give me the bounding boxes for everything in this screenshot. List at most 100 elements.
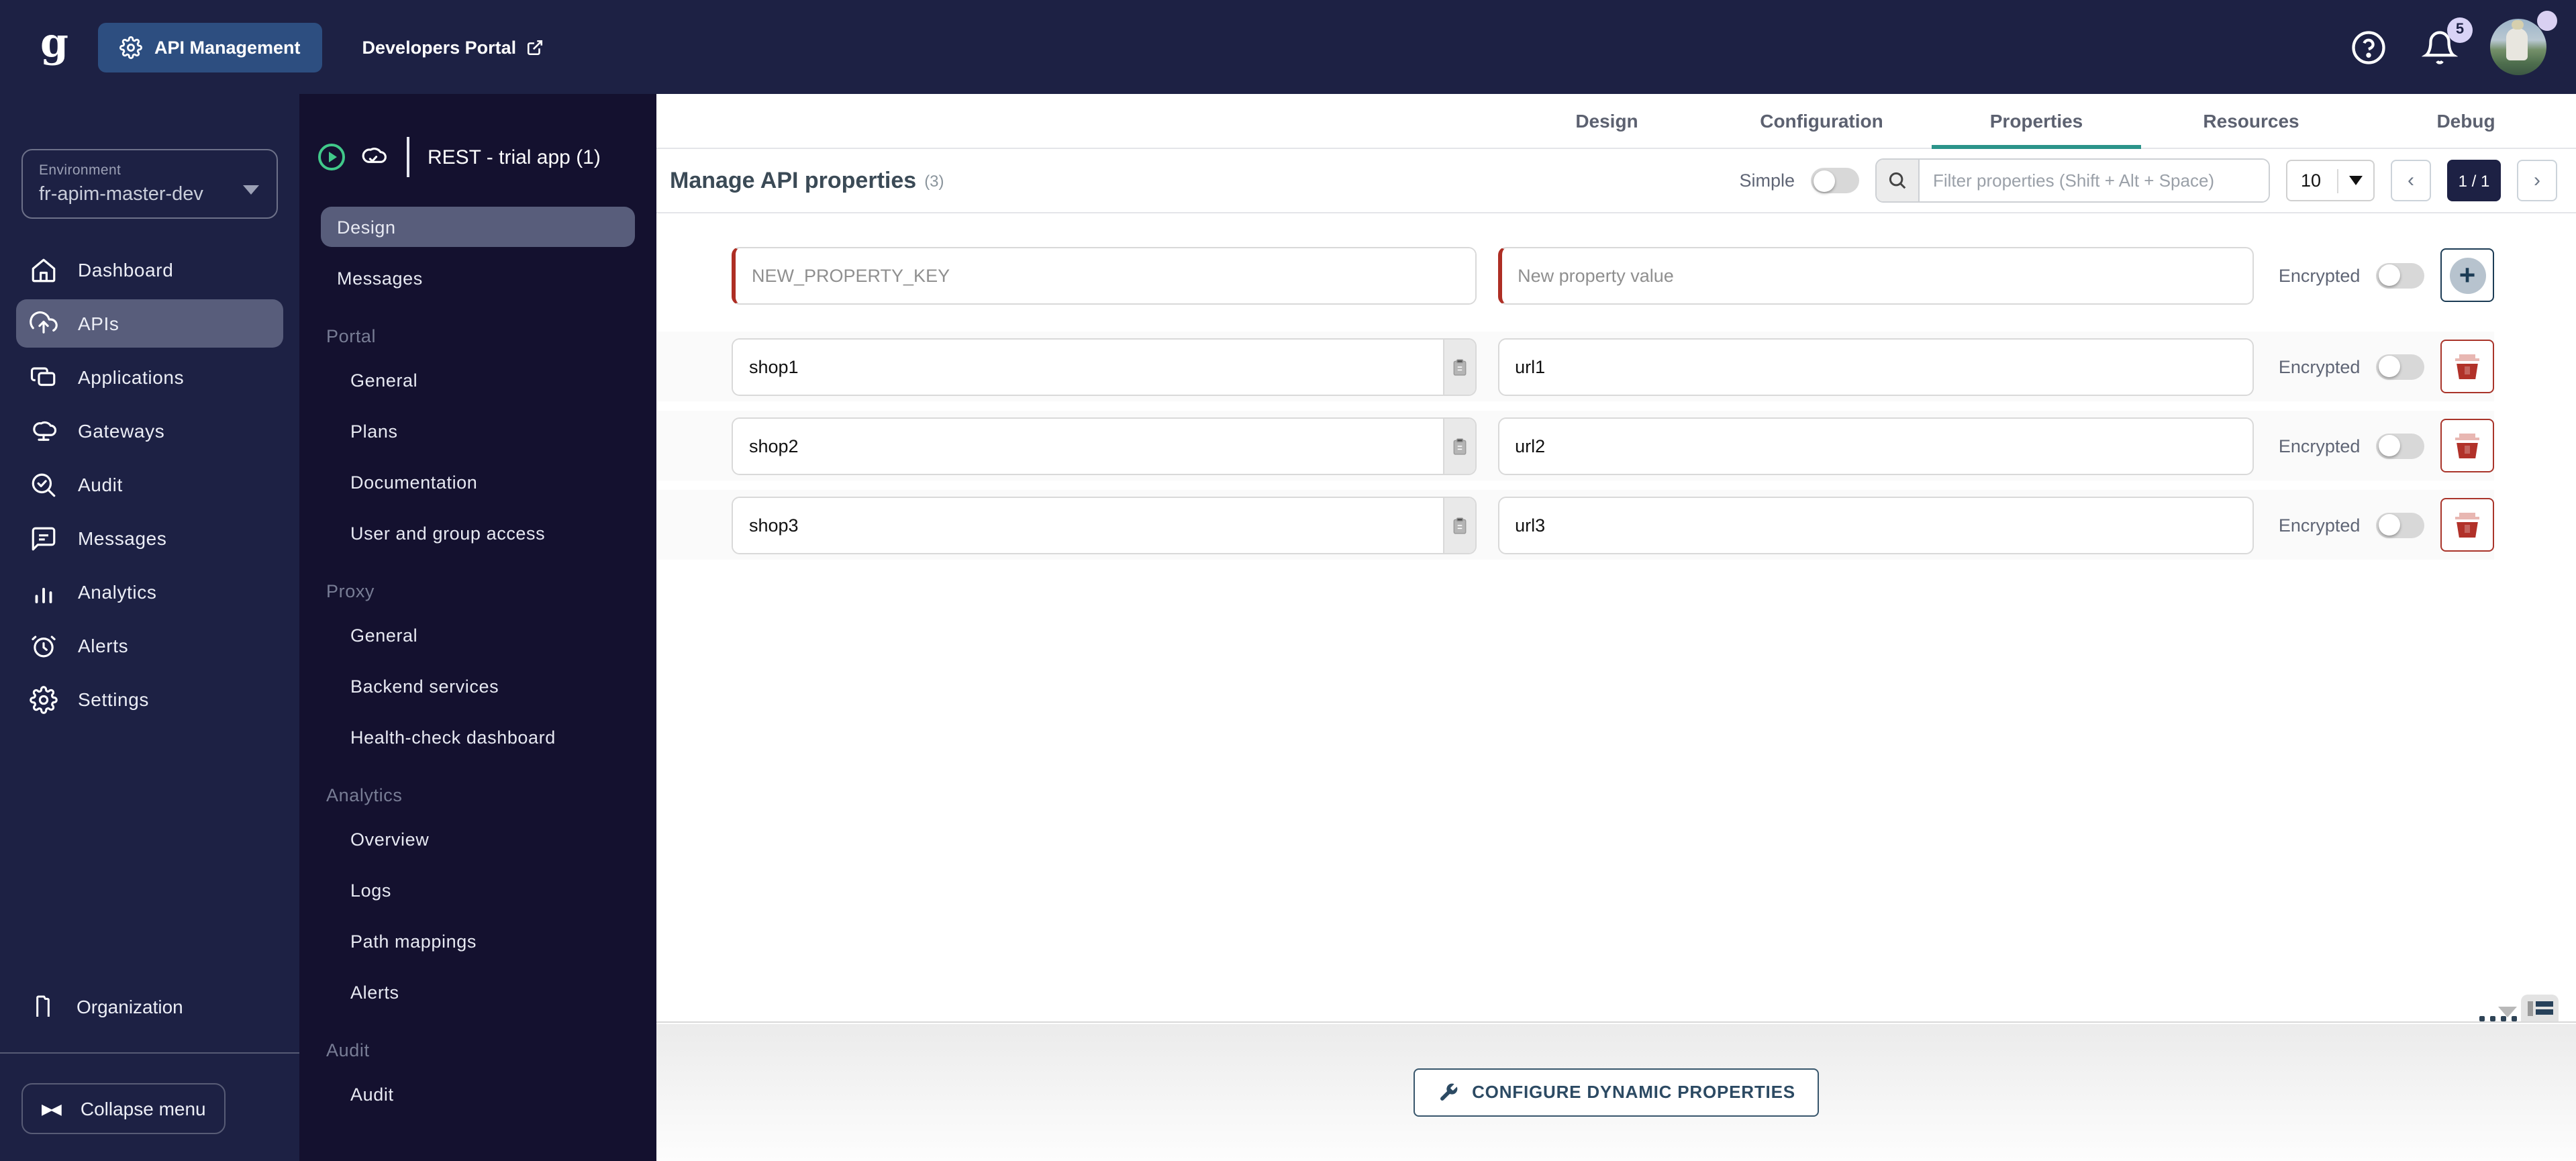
- sidebar-item-label: Dashboard: [78, 259, 174, 281]
- gear-icon: [119, 36, 142, 58]
- sidebar-item-gateways[interactable]: Gateways: [16, 407, 283, 455]
- encrypted-toggle[interactable]: [2376, 433, 2424, 458]
- cloud-check-icon: [358, 142, 388, 172]
- panel-layout-button[interactable]: [2521, 995, 2559, 1021]
- api-menu-item-proxy-general[interactable]: General: [321, 615, 635, 655]
- select-divider: [2337, 168, 2338, 193]
- api-menu-item-backend-services[interactable]: Backend services: [321, 666, 635, 706]
- property-key-input[interactable]: [733, 418, 1443, 473]
- api-menu-item-overview[interactable]: Overview: [321, 819, 635, 859]
- chevron-down-icon: [243, 185, 259, 195]
- collapse-menu-button[interactable]: ▶◀ Collapse menu: [21, 1083, 226, 1134]
- delete-property-button[interactable]: [2440, 498, 2494, 552]
- configure-dynamic-properties-button[interactable]: CONFIGURE DYNAMIC PROPERTIES: [1413, 1068, 1820, 1117]
- api-menu-section-portal: Portal: [326, 325, 377, 346]
- property-value-input[interactable]: [1497, 338, 2255, 395]
- tab-properties[interactable]: Properties: [1929, 94, 2144, 149]
- tab-debug[interactable]: Debug: [2359, 94, 2573, 148]
- api-menu-item-audit[interactable]: Audit: [321, 1074, 635, 1114]
- next-page-button[interactable]: ›: [2517, 160, 2557, 201]
- encrypted-toggle[interactable]: [2376, 354, 2424, 379]
- sidebar-item-label: Applications: [78, 366, 185, 388]
- sidebar-divider: [0, 1052, 299, 1054]
- property-row: Encrypted: [658, 332, 2494, 401]
- encrypted-label: Encrypted: [2278, 515, 2361, 535]
- home-icon: [30, 256, 58, 284]
- apim-console: g API Management Developers Portal 5 Env…: [0, 0, 2576, 1161]
- prev-page-button[interactable]: ‹: [2391, 160, 2431, 201]
- new-property-value-input[interactable]: [1497, 246, 2255, 304]
- delete-property-button[interactable]: [2440, 419, 2494, 472]
- sidebar-item-apis[interactable]: APIs: [16, 299, 283, 348]
- api-menu-item-documentation[interactable]: Documentation: [321, 462, 635, 502]
- new-property-key-input[interactable]: [736, 248, 1475, 303]
- building-icon: [30, 993, 56, 1020]
- api-menu-item-path-mappings[interactable]: Path mappings: [321, 921, 635, 961]
- add-property-button[interactable]: +: [2440, 248, 2494, 302]
- properties-header: Manage API properties (3) Simple 10 ‹ 1: [656, 149, 2576, 213]
- pane-splitter[interactable]: [656, 995, 2576, 1039]
- property-key-field: [732, 338, 1477, 395]
- api-sidebar: REST - trial app (1) Design Messages Por…: [299, 94, 656, 1161]
- sidebar-item-messages[interactable]: Messages: [16, 514, 283, 562]
- tab-resources[interactable]: Resources: [2144, 94, 2359, 148]
- sidebar-item-alerts[interactable]: Alerts: [16, 621, 283, 670]
- collapse-label: Collapse menu: [80, 1098, 206, 1119]
- properties-count: (3): [924, 171, 944, 190]
- environment-select[interactable]: Environment fr-apim-master-dev: [21, 149, 278, 219]
- tab-configuration[interactable]: Configuration: [1714, 94, 1929, 148]
- primary-nav: Dashboard APIs Applications Gateways Aud…: [0, 246, 299, 729]
- copy-to-clipboard-button[interactable]: [1442, 339, 1475, 394]
- sidebar-item-label: Settings: [78, 689, 149, 710]
- api-management-button[interactable]: API Management: [97, 22, 322, 72]
- sidebar-item-organization[interactable]: Organization: [0, 980, 299, 1033]
- splitter-drag-handle[interactable]: [2479, 1016, 2517, 1021]
- api-menu-item-portal-general[interactable]: General: [321, 360, 635, 400]
- page-size-select[interactable]: 10: [2286, 160, 2375, 201]
- api-header: REST - trial app (1): [299, 94, 656, 201]
- sidebar-item-applications[interactable]: Applications: [16, 353, 283, 401]
- sidebar-item-label: Gateways: [78, 420, 165, 442]
- simple-toggle[interactable]: [1811, 168, 1859, 193]
- api-menu-item-logs[interactable]: Logs: [321, 870, 635, 910]
- property-value-input[interactable]: [1497, 417, 2255, 474]
- notifications-button[interactable]: 5: [2422, 17, 2473, 65]
- sidebar-item-dashboard[interactable]: Dashboard: [16, 246, 283, 294]
- gravitee-logo: g: [40, 20, 68, 67]
- copy-to-clipboard-button[interactable]: [1442, 497, 1475, 552]
- trash-icon: [2455, 433, 2479, 458]
- page-title: Manage API properties: [670, 167, 917, 193]
- tab-design[interactable]: Design: [1499, 94, 1714, 148]
- copy-to-clipboard-button[interactable]: [1442, 418, 1475, 473]
- property-key-field: [732, 417, 1477, 474]
- property-key-input[interactable]: [733, 497, 1443, 552]
- organization-label: Organization: [77, 996, 183, 1017]
- developers-portal-link[interactable]: Developers Portal: [362, 37, 544, 57]
- help-button[interactable]: [2350, 29, 2387, 65]
- encrypted-toggle[interactable]: [2376, 512, 2424, 538]
- delete-property-button[interactable]: [2440, 340, 2494, 393]
- page-indicator: 1 / 1: [2447, 160, 2501, 201]
- property-value-input[interactable]: [1497, 496, 2255, 554]
- api-menu-item-alerts[interactable]: Alerts: [321, 972, 635, 1012]
- property-key-input[interactable]: [733, 339, 1443, 394]
- api-management-label: API Management: [154, 37, 301, 57]
- api-menu-item-plans[interactable]: Plans: [321, 411, 635, 451]
- api-menu-section-analytics: Analytics: [326, 785, 403, 805]
- encrypted-toggle[interactable]: [2376, 262, 2424, 288]
- api-menu-section-audit: Audit: [326, 1040, 370, 1060]
- sidebar-item-analytics[interactable]: Analytics: [16, 568, 283, 616]
- primary-sidebar: Environment fr-apim-master-dev Dashboard…: [0, 94, 299, 1161]
- cloud-icon: [30, 417, 58, 445]
- api-menu-item-design[interactable]: Design: [321, 207, 635, 247]
- api-menu-item-messages[interactable]: Messages: [321, 258, 635, 298]
- api-menu-item-health-check[interactable]: Health-check dashboard: [321, 717, 635, 757]
- sidebar-item-label: Alerts: [78, 635, 129, 656]
- api-menu-item-user-group-access[interactable]: User and group access: [321, 513, 635, 553]
- filter-input[interactable]: [1920, 160, 2269, 201]
- api-tabs: Design Configuration Properties Resource…: [656, 94, 2576, 149]
- topbar: g API Management Developers Portal 5: [0, 0, 2576, 94]
- sidebar-item-settings[interactable]: Settings: [16, 675, 283, 723]
- sidebar-item-audit[interactable]: Audit: [16, 460, 283, 509]
- user-avatar[interactable]: [2490, 11, 2557, 75]
